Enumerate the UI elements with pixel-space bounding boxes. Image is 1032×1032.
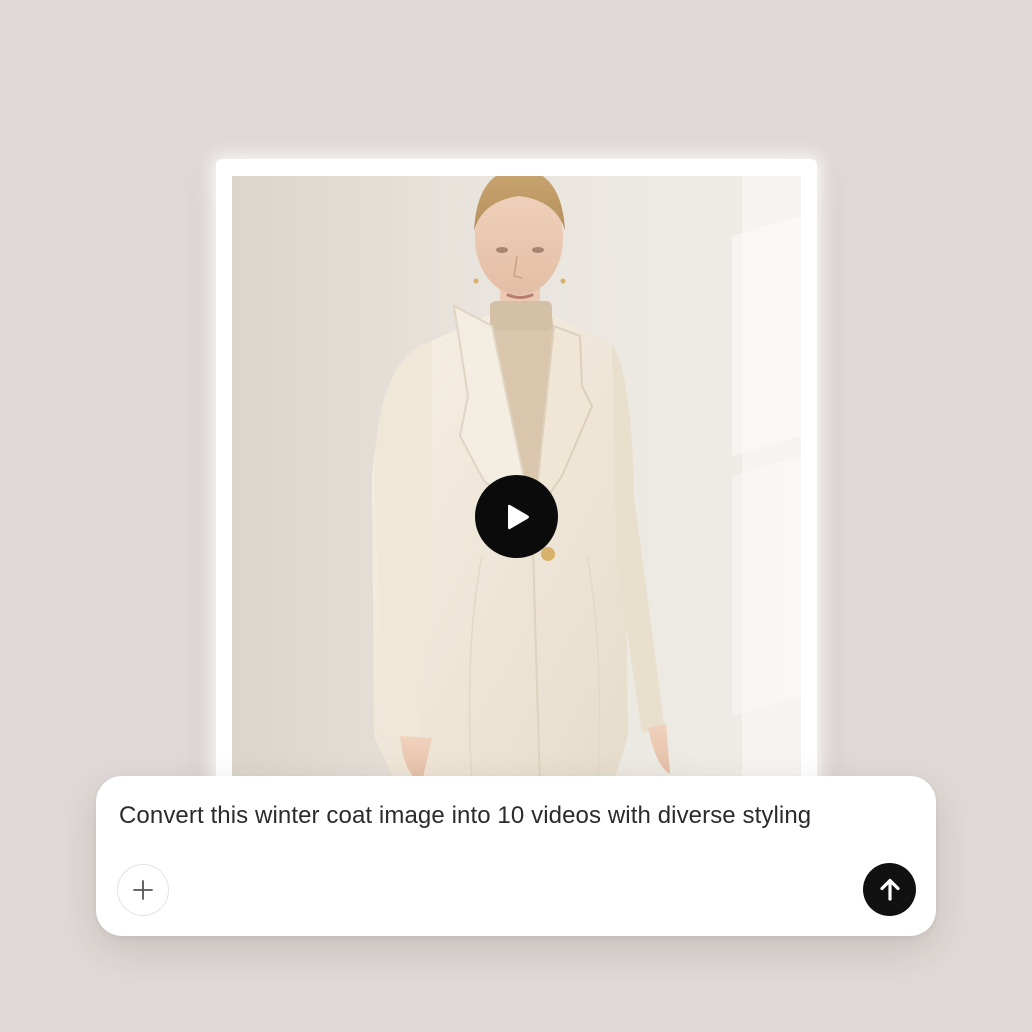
play-icon <box>507 504 529 529</box>
plus-icon <box>133 880 153 900</box>
send-button[interactable] <box>863 863 916 916</box>
arrow-up-icon <box>879 878 900 901</box>
play-button[interactable] <box>475 475 558 558</box>
add-attachment-button[interactable] <box>117 864 169 916</box>
prompt-composer: Convert this winter coat image into 10 v… <box>96 776 936 936</box>
prompt-input[interactable]: Convert this winter coat image into 10 v… <box>119 802 912 830</box>
